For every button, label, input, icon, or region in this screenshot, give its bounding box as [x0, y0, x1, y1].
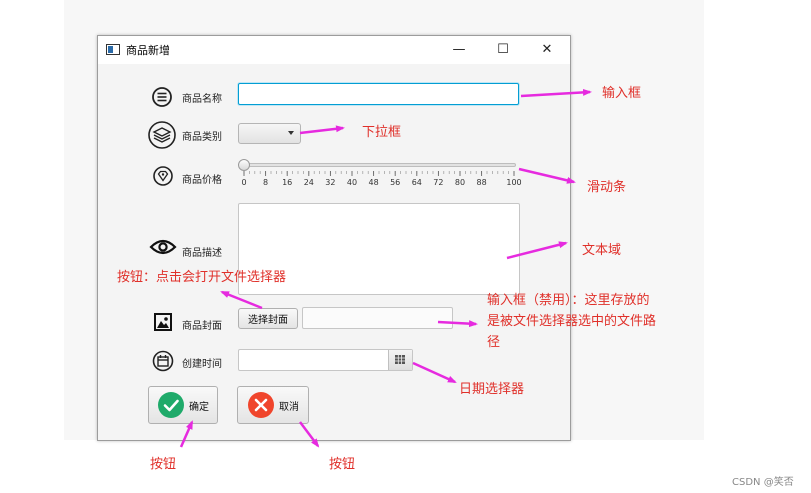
annotation-date-picker: 日期选择器: [459, 382, 525, 397]
annotation-disabled-input-line2: 是被文件选择器选中的文件路: [487, 314, 657, 329]
annotation-file-button: 按钮：点击会打开文件选择器: [117, 270, 287, 285]
annotation-dropdown: 下拉框: [362, 125, 402, 140]
annotation-slider: 滑动条: [587, 180, 627, 195]
arrow-date-picker: [412, 361, 457, 384]
annotation-disabled-input-line1: 输入框（禁用）：这里存放的: [487, 293, 650, 308]
arrow-textarea: [506, 241, 568, 260]
annotation-input-box: 输入框: [602, 86, 642, 101]
arrow-file-button: [220, 290, 263, 310]
annotation-arrows: [179, 88, 592, 448]
annotation-disabled-input-line3: 径: [487, 335, 501, 350]
arrow-slider: [518, 167, 576, 184]
arrow-dropdown: [299, 125, 345, 135]
annotation-text-area: 文本域: [582, 243, 622, 258]
annotation-cancel-button: 按钮: [329, 457, 356, 472]
arrow-cancel-button: [299, 421, 320, 448]
arrow-disabled-input: [437, 320, 478, 328]
arrow-input: [520, 88, 592, 98]
annotation-ok-button: 按钮: [150, 457, 177, 472]
arrow-ok-button: [179, 420, 194, 448]
watermark: CSDN @笑否: [732, 477, 794, 488]
